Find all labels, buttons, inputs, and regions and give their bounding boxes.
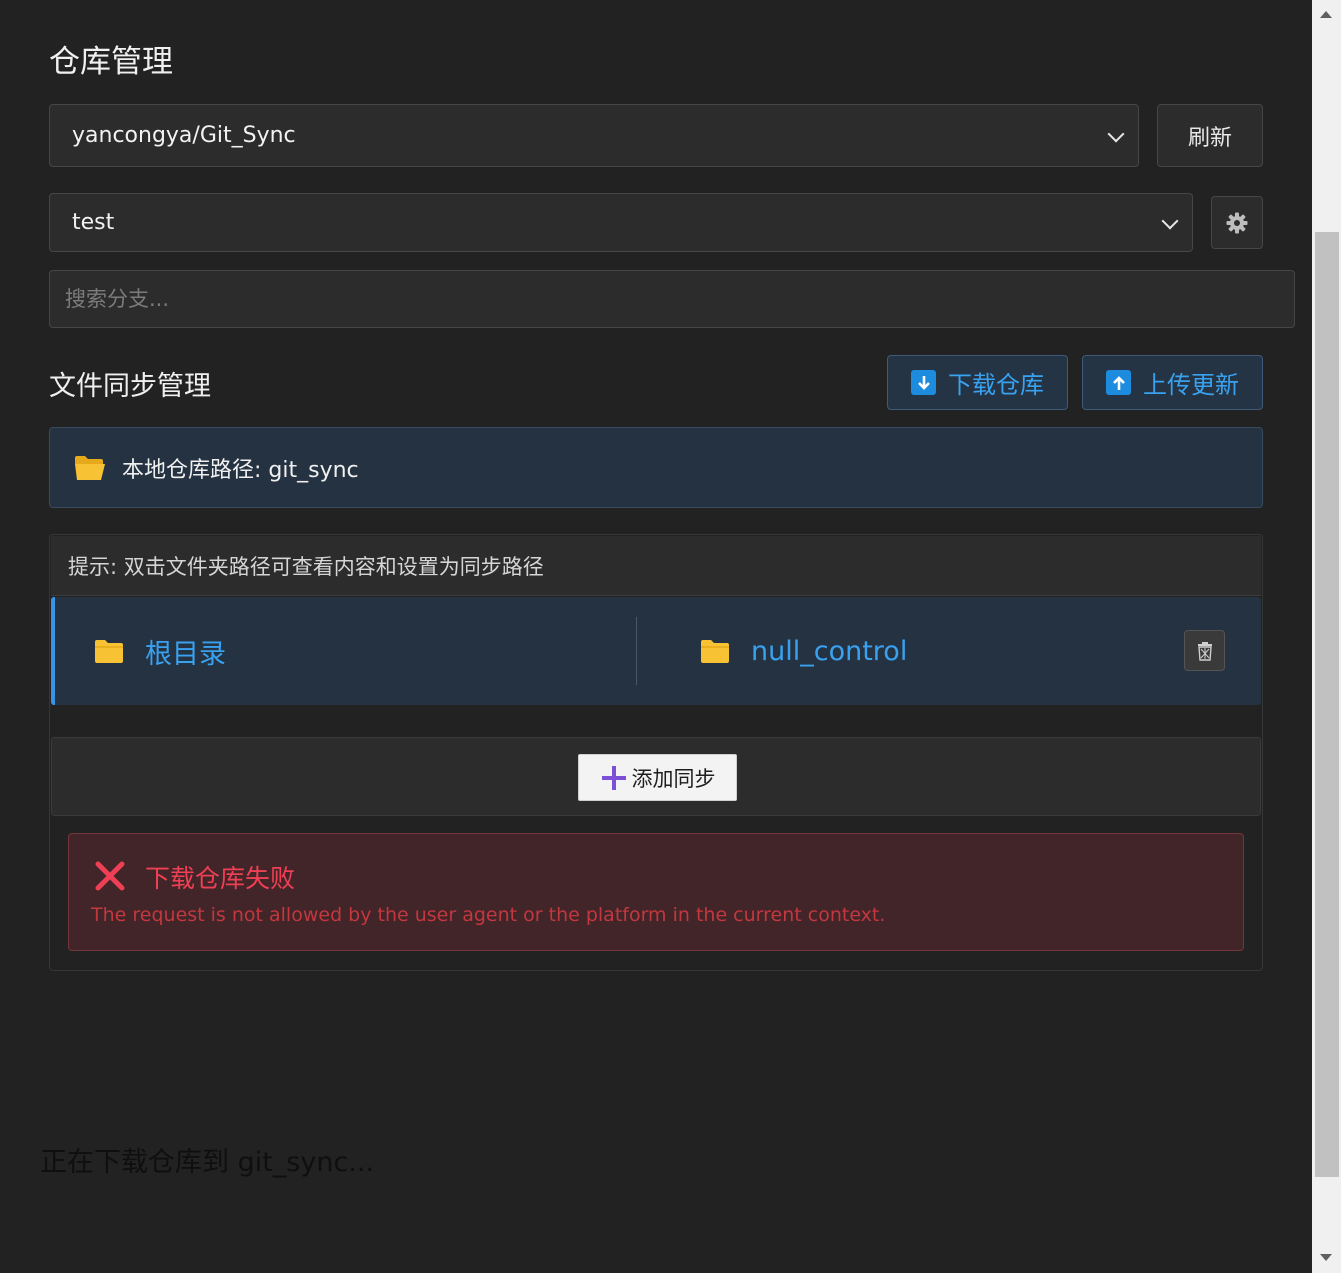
upload-update-label: 上传更新: [1143, 371, 1239, 399]
upload-arrow-icon: [1106, 370, 1131, 395]
open-folder-icon: [75, 455, 105, 480]
sync-panel: 提示: 双击文件夹路径可查看内容和设置为同步路径 根目录 null_contro…: [49, 534, 1263, 971]
branch-select[interactable]: test: [49, 193, 1193, 252]
settings-button[interactable]: [1211, 196, 1263, 249]
sync-row[interactable]: 根目录 null_control: [51, 597, 1261, 705]
row-divider: [636, 617, 637, 685]
refresh-button[interactable]: 刷新: [1157, 104, 1263, 167]
arrow-up-icon: [1320, 11, 1332, 18]
local-path-label: 本地仓库路径: git_sync: [122, 457, 359, 483]
status-text: 正在下载仓库到 git_sync...: [40, 1147, 375, 1178]
add-sync-label: 添加同步: [631, 766, 716, 791]
branch-select-value: test: [72, 210, 115, 235]
scroll-down-button[interactable]: [1312, 1243, 1341, 1273]
download-arrow-icon: [911, 370, 936, 395]
delete-sync-button[interactable]: [1184, 630, 1225, 671]
vertical-scrollbar[interactable]: [1312, 0, 1341, 1273]
branch-search-input[interactable]: [49, 270, 1295, 328]
add-sync-button[interactable]: 添加同步: [578, 754, 737, 801]
page: 仓库管理 yancongya/Git_Sync 刷新 test 文件同步管理: [0, 0, 1312, 1273]
trash-icon: [1197, 641, 1212, 661]
sync-target-folder[interactable]: null_control: [701, 597, 907, 705]
local-path-box[interactable]: 本地仓库路径: git_sync: [49, 427, 1263, 508]
arrow-down-icon: [1320, 1254, 1332, 1261]
hint-text: 提示: 双击文件夹路径可查看内容和设置为同步路径: [51, 536, 1261, 596]
scrollbar-thumb[interactable]: [1315, 232, 1339, 1177]
repo-select-value: yancongya/Git_Sync: [72, 123, 296, 148]
error-title: 下载仓库失败: [145, 864, 296, 893]
error-message: The request is not allowed by the user a…: [91, 904, 886, 926]
sync-target-label: null_control: [751, 635, 908, 667]
error-alert: 下载仓库失败 The request is not allowed by the…: [68, 833, 1244, 951]
chevron-down-icon: [1161, 212, 1179, 229]
folder-icon: [701, 640, 729, 663]
plus-icon: [601, 765, 626, 790]
gear-icon: [1226, 212, 1248, 233]
sync-section-title: 文件同步管理: [49, 371, 211, 402]
download-repo-button[interactable]: 下载仓库: [887, 355, 1068, 410]
upload-update-button[interactable]: 上传更新: [1082, 355, 1263, 410]
add-sync-bar: 添加同步: [51, 737, 1261, 816]
download-repo-label: 下载仓库: [948, 371, 1044, 399]
repo-select[interactable]: yancongya/Git_Sync: [49, 104, 1139, 167]
sync-source-folder[interactable]: 根目录: [95, 597, 226, 705]
scroll-up-button[interactable]: [1312, 0, 1341, 30]
folder-icon: [95, 640, 123, 663]
close-icon: [95, 861, 125, 891]
page-title: 仓库管理: [49, 44, 173, 80]
chevron-down-icon: [1107, 125, 1125, 142]
sync-source-label: 根目录: [145, 638, 226, 670]
